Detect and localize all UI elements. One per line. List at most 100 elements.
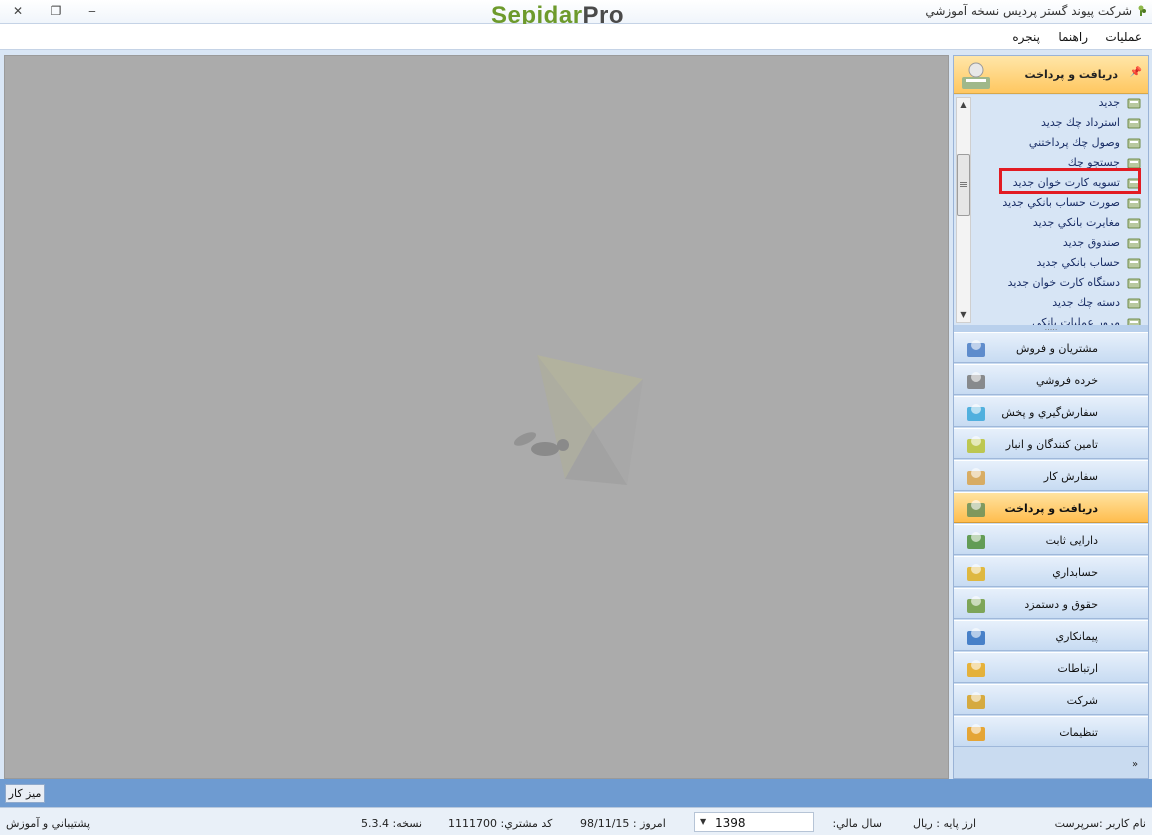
task-label: جستجو چك <box>1067 156 1120 169</box>
task-item[interactable]: وصول چك پرداختني <box>976 133 1148 153</box>
navigation-panel: دریافت و پرداخت 📌 ▲ ▼ جدید استرداد چك جدي… <box>953 55 1149 779</box>
accounting-icon <box>967 564 985 581</box>
check-search-icon <box>1127 158 1141 169</box>
warehouse-icon <box>967 436 985 453</box>
taskbar: میز کار <box>0 779 1152 807</box>
payroll-icon <box>967 596 985 613</box>
new-doc-icon <box>1127 98 1141 109</box>
contracting-icon <box>967 628 985 645</box>
task-item[interactable]: حساب بانکي جديد <box>976 253 1148 273</box>
dropdown-arrow-icon[interactable]: ▼ <box>700 817 706 826</box>
bank-reconcile-icon <box>1127 218 1141 229</box>
checkbook-icon <box>1127 298 1141 309</box>
module-button[interactable]: حقوق و دستمزد <box>954 588 1148 619</box>
task-label: صورت حساب بانکي جديد <box>1002 196 1120 209</box>
task-item[interactable]: استرداد چك جديد <box>976 113 1148 133</box>
scroll-thumb[interactable] <box>957 154 970 216</box>
bank-account-icon <box>1127 258 1141 269</box>
bank-ops-icon <box>1127 318 1141 325</box>
status-today: امروز : 98/11/15 <box>580 817 666 830</box>
module-button[interactable]: ارتباطات <box>954 652 1148 683</box>
task-item[interactable]: تسويه کارت خوان جديد <box>976 173 1148 193</box>
task-item[interactable]: صورت حساب بانکي جديد <box>976 193 1148 213</box>
module-button[interactable]: تنظیمات <box>954 716 1148 747</box>
task-label: حساب بانکي جديد <box>1036 256 1120 269</box>
fiscal-year-select[interactable]: ▼ 1398 <box>694 812 814 832</box>
status-bar: نام کاربر :سرپرست ارز پایه : ریال سال ما… <box>0 807 1152 835</box>
task-list-area: ▲ ▼ جدید استرداد چك جديد وصول چك پرداختني ج… <box>954 95 1148 325</box>
module-label: حسابداري <box>1052 566 1098 579</box>
status-fiscal-year-label: سال مالي: <box>832 817 882 830</box>
module-label: سفارش‌گيري و پخش <box>1001 406 1098 419</box>
list-splitter[interactable]: ..... <box>954 324 1148 332</box>
module-button[interactable]: دریافت و پرداخت <box>954 492 1148 523</box>
module-label: حقوق و دستمزد <box>1024 598 1098 611</box>
task-item[interactable]: دستگاه کارت خوان جديد <box>976 273 1148 293</box>
work-order-icon <box>967 468 985 485</box>
fiscal-year-value: 1398 <box>715 816 746 830</box>
menu-operations[interactable]: عملیات <box>1105 30 1142 44</box>
module-button[interactable]: سفارش كار <box>954 460 1148 491</box>
desk-tab[interactable]: میز کار <box>5 784 45 803</box>
company-icon <box>967 692 985 709</box>
status-version: نسخه: 5.3.4 <box>361 817 423 830</box>
pin-icon[interactable]: 📌 <box>1130 67 1142 78</box>
restore-window-button[interactable]: ❐ <box>46 3 66 19</box>
module-button[interactable]: تامين كنندگان و انبار <box>954 428 1148 459</box>
payment-icon <box>967 500 985 517</box>
module-label: دریافت و پرداخت <box>1004 502 1098 515</box>
module-label: دارایی ثابت <box>1045 534 1098 547</box>
module-label: شرکت <box>1066 694 1098 707</box>
main-workspace <box>4 55 949 779</box>
menu-help[interactable]: راهنما <box>1058 30 1088 44</box>
status-base-currency: ارز پایه : ریال <box>913 817 976 830</box>
task-label: جدید <box>1098 96 1120 109</box>
task-item[interactable]: جستجو چك <box>976 153 1148 173</box>
fixed-assets-icon <box>967 532 985 549</box>
module-button[interactable]: سفارش‌گيري و پخش <box>954 396 1148 427</box>
title-bar: ✕ ❐ ‒ SepidarPro شرکت پیوند گستر پردیس ن… <box>0 0 1152 29</box>
module-button[interactable]: حسابداري <box>954 556 1148 587</box>
module-button[interactable]: خرده فروشي <box>954 364 1148 395</box>
card-settle-icon <box>1127 178 1141 189</box>
task-label: دسته چك جديد <box>1052 296 1120 309</box>
close-window-button[interactable]: ✕ <box>8 3 28 19</box>
status-support-link[interactable]: پشتیباني و آموزش <box>6 817 90 830</box>
expand-chevron-icon[interactable]: » <box>1132 759 1138 770</box>
sepidar-watermark-logo <box>513 355 643 485</box>
task-item[interactable]: مرور عمليات بانکي <box>976 313 1148 325</box>
bank-statement-icon <box>1127 198 1141 209</box>
distribution-icon <box>967 404 985 421</box>
task-item[interactable]: صندوق جديد <box>976 233 1148 253</box>
module-label: پیمانکاري <box>1055 630 1098 643</box>
panel-title: دریافت و پرداخت <box>1024 68 1118 81</box>
task-label: دستگاه کارت خوان جديد <box>1007 276 1120 289</box>
task-label: وصول چك پرداختني <box>1028 136 1120 149</box>
window-title: شرکت پیوند گستر پردیس نسخه آموزشي <box>925 4 1132 18</box>
scroll-down-arrow-icon[interactable]: ▼ <box>957 308 970 322</box>
module-button[interactable]: شرکت <box>954 684 1148 715</box>
task-list: جدید استرداد چك جديد وصول چك پرداختني جستجو… <box>976 95 1148 325</box>
menu-bar: عملیات راهنما پنجره <box>0 24 1152 50</box>
module-button[interactable]: مشتریان و فروش <box>954 332 1148 363</box>
payment-header-icon <box>962 62 990 89</box>
task-item[interactable]: جدید <box>976 95 1148 113</box>
card-reader-icon <box>1127 278 1141 289</box>
menu-window[interactable]: پنجره <box>1012 30 1040 44</box>
task-label: تسويه کارت خوان جديد <box>1012 176 1120 189</box>
settings-gear-icon <box>967 724 985 741</box>
scroll-up-arrow-icon[interactable]: ▲ <box>957 98 970 112</box>
status-customer-code: كد مشتري: 1111700 <box>448 817 553 830</box>
task-item[interactable]: مغايرت بانکي جديد <box>976 213 1148 233</box>
module-button[interactable]: پیمانکاري <box>954 620 1148 651</box>
module-label: مشتریان و فروش <box>1016 342 1098 355</box>
app-icon <box>1138 5 1146 16</box>
check-return-icon <box>1127 118 1141 129</box>
task-label: مغايرت بانکي جديد <box>1032 216 1120 229</box>
task-item[interactable]: دسته چك جديد <box>976 293 1148 313</box>
module-button[interactable]: دارایی ثابت <box>954 524 1148 555</box>
module-label: تنظیمات <box>1059 726 1098 739</box>
sales-chart-icon <box>967 340 985 357</box>
minimize-window-button[interactable]: ‒ <box>82 3 102 19</box>
task-list-scrollbar[interactable]: ▲ ▼ <box>956 97 971 323</box>
